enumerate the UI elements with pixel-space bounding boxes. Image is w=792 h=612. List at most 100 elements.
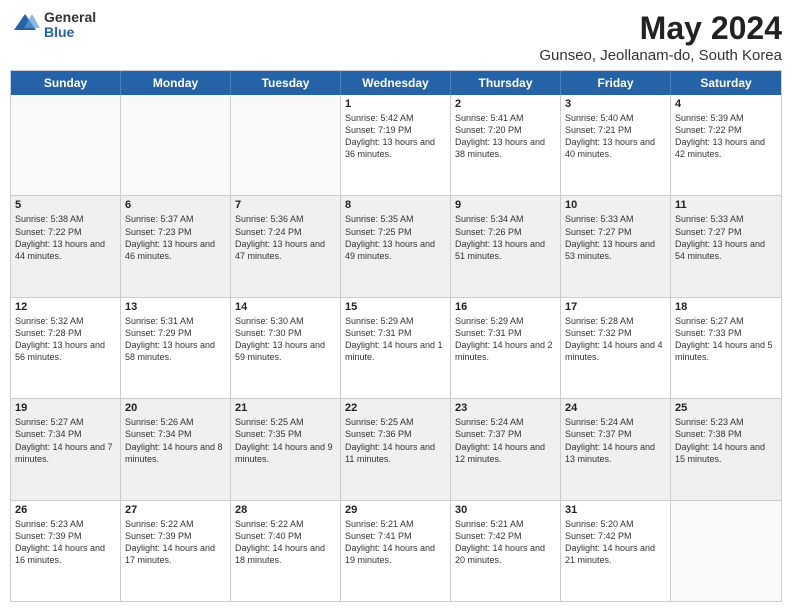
day-info: Sunrise: 5:29 AMSunset: 7:31 PMDaylight:… <box>345 315 446 364</box>
day-cell-22: 22 Sunrise: 5:25 AMSunset: 7:36 PMDayligh… <box>341 399 451 499</box>
day-info: Sunrise: 5:21 AMSunset: 7:41 PMDaylight:… <box>345 518 446 567</box>
day-number: 25 <box>675 402 777 414</box>
day-cell-13: 13 Sunrise: 5:31 AMSunset: 7:29 PMDayligh… <box>121 298 231 398</box>
day-number: 26 <box>15 504 116 516</box>
calendar-row-4: 26 Sunrise: 5:23 AMSunset: 7:39 PMDayligh… <box>11 501 781 601</box>
day-number: 9 <box>455 199 556 211</box>
day-info: Sunrise: 5:27 AMSunset: 7:34 PMDaylight:… <box>15 416 116 465</box>
day-cell-16: 16Sunrise: 5:29 AMSunset: 7:31 PMDayligh… <box>451 298 561 398</box>
day-info: Sunrise: 5:36 AMSunset: 7:24 PMDaylight:… <box>235 213 336 262</box>
day-number: 8 <box>345 199 446 211</box>
day-info: Sunrise: 5:29 AMSunset: 7:31 PMDaylight:… <box>455 315 556 364</box>
day-cell-14: 14 Sunrise: 5:30 AMSunset: 7:30 PMDayligh… <box>231 298 341 398</box>
day-header-thursday: Thursday <box>451 71 561 95</box>
day-info: Sunrise: 5:28 AMSunset: 7:32 PMDaylight:… <box>565 315 666 364</box>
day-number: 4 <box>675 98 777 110</box>
day-header-sunday: Sunday <box>11 71 121 95</box>
day-number: 24 <box>565 402 666 414</box>
day-number: 27 <box>125 504 226 516</box>
day-cell-17: 17Sunrise: 5:28 AMSunset: 7:32 PMDayligh… <box>561 298 671 398</box>
day-cell-6: 6Sunrise: 5:37 AMSunset: 7:23 PMDaylight… <box>121 196 231 296</box>
day-info: Sunrise: 5:32 AMSunset: 7:28 PMDaylight:… <box>15 315 116 364</box>
calendar: SundayMondayTuesdayWednesdayThursdayFrid… <box>10 70 782 602</box>
day-header-wednesday: Wednesday <box>341 71 451 95</box>
logo: General Blue <box>10 10 96 41</box>
calendar-page: General Blue May 2024 Gunseo, Jeollanam-… <box>0 0 792 612</box>
day-header-saturday: Saturday <box>671 71 781 95</box>
day-number: 10 <box>565 199 666 211</box>
empty-cell <box>11 95 121 195</box>
day-cell-26: 26 Sunrise: 5:23 AMSunset: 7:39 PMDayligh… <box>11 501 121 601</box>
day-cell-29: 29 Sunrise: 5:21 AMSunset: 7:41 PMDayligh… <box>341 501 451 601</box>
day-info: Sunrise: 5:22 AMSunset: 7:39 PMDaylight:… <box>125 518 226 567</box>
calendar-row-1: 5 Sunrise: 5:38 AMSunset: 7:22 PMDaylight… <box>11 196 781 297</box>
day-cell-24: 24 Sunrise: 5:24 AMSunset: 7:37 PMDayligh… <box>561 399 671 499</box>
day-number: 29 <box>345 504 446 516</box>
day-info: Sunrise: 5:21 AMSunset: 7:42 PMDaylight:… <box>455 518 556 567</box>
day-header-friday: Friday <box>561 71 671 95</box>
day-number: 11 <box>675 199 777 211</box>
day-info: Sunrise: 5:25 AMSunset: 7:35 PMDaylight:… <box>235 416 336 465</box>
day-header-tuesday: Tuesday <box>231 71 341 95</box>
day-number: 5 <box>15 199 116 211</box>
empty-cell <box>121 95 231 195</box>
month-title: May 2024 <box>539 10 782 47</box>
day-header-monday: Monday <box>121 71 231 95</box>
day-number: 15 <box>345 301 446 313</box>
location-subtitle: Gunseo, Jeollanam-do, South Korea <box>539 47 782 64</box>
day-number: 6 <box>125 199 226 211</box>
calendar-row-3: 19 Sunrise: 5:27 AMSunset: 7:34 PMDayligh… <box>11 399 781 500</box>
day-number: 19 <box>15 402 116 414</box>
day-number: 12 <box>15 301 116 313</box>
logo-text: General Blue <box>44 10 96 41</box>
day-cell-7: 7 Sunrise: 5:36 AMSunset: 7:24 PMDaylight… <box>231 196 341 296</box>
day-number: 20 <box>125 402 226 414</box>
calendar-header-row: SundayMondayTuesdayWednesdayThursdayFrid… <box>11 71 781 95</box>
day-cell-3: 3Sunrise: 5:40 AMSunset: 7:21 PMDaylight… <box>561 95 671 195</box>
day-number: 21 <box>235 402 336 414</box>
day-info: Sunrise: 5:23 AMSunset: 7:39 PMDaylight:… <box>15 518 116 567</box>
day-cell-12: 12 Sunrise: 5:32 AMSunset: 7:28 PMDayligh… <box>11 298 121 398</box>
day-cell-9: 9 Sunrise: 5:34 AMSunset: 7:26 PMDaylight… <box>451 196 561 296</box>
day-cell-23: 23 Sunrise: 5:24 AMSunset: 7:37 PMDayligh… <box>451 399 561 499</box>
empty-cell <box>671 501 781 601</box>
day-info: Sunrise: 5:38 AMSunset: 7:22 PMDaylight:… <box>15 213 116 262</box>
day-number: 31 <box>565 504 666 516</box>
day-cell-2: 2 Sunrise: 5:41 AMSunset: 7:20 PMDaylight… <box>451 95 561 195</box>
day-number: 13 <box>125 301 226 313</box>
day-info: Sunrise: 5:20 AMSunset: 7:42 PMDaylight:… <box>565 518 666 567</box>
day-cell-8: 8Sunrise: 5:35 AMSunset: 7:25 PMDaylight… <box>341 196 451 296</box>
day-info: Sunrise: 5:40 AMSunset: 7:21 PMDaylight:… <box>565 112 666 161</box>
day-cell-25: 25 Sunrise: 5:23 AMSunset: 7:38 PMDayligh… <box>671 399 781 499</box>
day-number: 2 <box>455 98 556 110</box>
day-cell-31: 31 Sunrise: 5:20 AMSunset: 7:42 PMDayligh… <box>561 501 671 601</box>
calendar-row-2: 12 Sunrise: 5:32 AMSunset: 7:28 PMDayligh… <box>11 298 781 399</box>
day-number: 1 <box>345 98 446 110</box>
day-info: Sunrise: 5:33 AMSunset: 7:27 PMDaylight:… <box>565 213 666 262</box>
day-info: Sunrise: 5:31 AMSunset: 7:29 PMDaylight:… <box>125 315 226 364</box>
day-info: Sunrise: 5:24 AMSunset: 7:37 PMDaylight:… <box>565 416 666 465</box>
day-cell-20: 20Sunrise: 5:26 AMSunset: 7:34 PMDayligh… <box>121 399 231 499</box>
calendar-row-0: 1 Sunrise: 5:42 AMSunset: 7:19 PMDaylight… <box>11 95 781 196</box>
day-info: Sunrise: 5:30 AMSunset: 7:30 PMDaylight:… <box>235 315 336 364</box>
day-info: Sunrise: 5:27 AMSunset: 7:33 PMDaylight:… <box>675 315 777 364</box>
day-info: Sunrise: 5:34 AMSunset: 7:26 PMDaylight:… <box>455 213 556 262</box>
day-info: Sunrise: 5:42 AMSunset: 7:19 PMDaylight:… <box>345 112 446 161</box>
day-info: Sunrise: 5:41 AMSunset: 7:20 PMDaylight:… <box>455 112 556 161</box>
day-cell-28: 28Sunrise: 5:22 AMSunset: 7:40 PMDayligh… <box>231 501 341 601</box>
day-number: 14 <box>235 301 336 313</box>
day-info: Sunrise: 5:25 AMSunset: 7:36 PMDaylight:… <box>345 416 446 465</box>
day-number: 23 <box>455 402 556 414</box>
day-cell-21: 21 Sunrise: 5:25 AMSunset: 7:35 PMDayligh… <box>231 399 341 499</box>
day-info: Sunrise: 5:33 AMSunset: 7:27 PMDaylight:… <box>675 213 777 262</box>
title-block: May 2024 Gunseo, Jeollanam-do, South Kor… <box>539 10 782 64</box>
day-cell-30: 30Sunrise: 5:21 AMSunset: 7:42 PMDayligh… <box>451 501 561 601</box>
day-number: 22 <box>345 402 446 414</box>
day-info: Sunrise: 5:39 AMSunset: 7:22 PMDaylight:… <box>675 112 777 161</box>
calendar-body: 1 Sunrise: 5:42 AMSunset: 7:19 PMDaylight… <box>11 95 781 601</box>
day-info: Sunrise: 5:23 AMSunset: 7:38 PMDaylight:… <box>675 416 777 465</box>
day-number: 18 <box>675 301 777 313</box>
day-number: 7 <box>235 199 336 211</box>
day-info: Sunrise: 5:24 AMSunset: 7:37 PMDaylight:… <box>455 416 556 465</box>
page-header: General Blue May 2024 Gunseo, Jeollanam-… <box>10 10 782 64</box>
